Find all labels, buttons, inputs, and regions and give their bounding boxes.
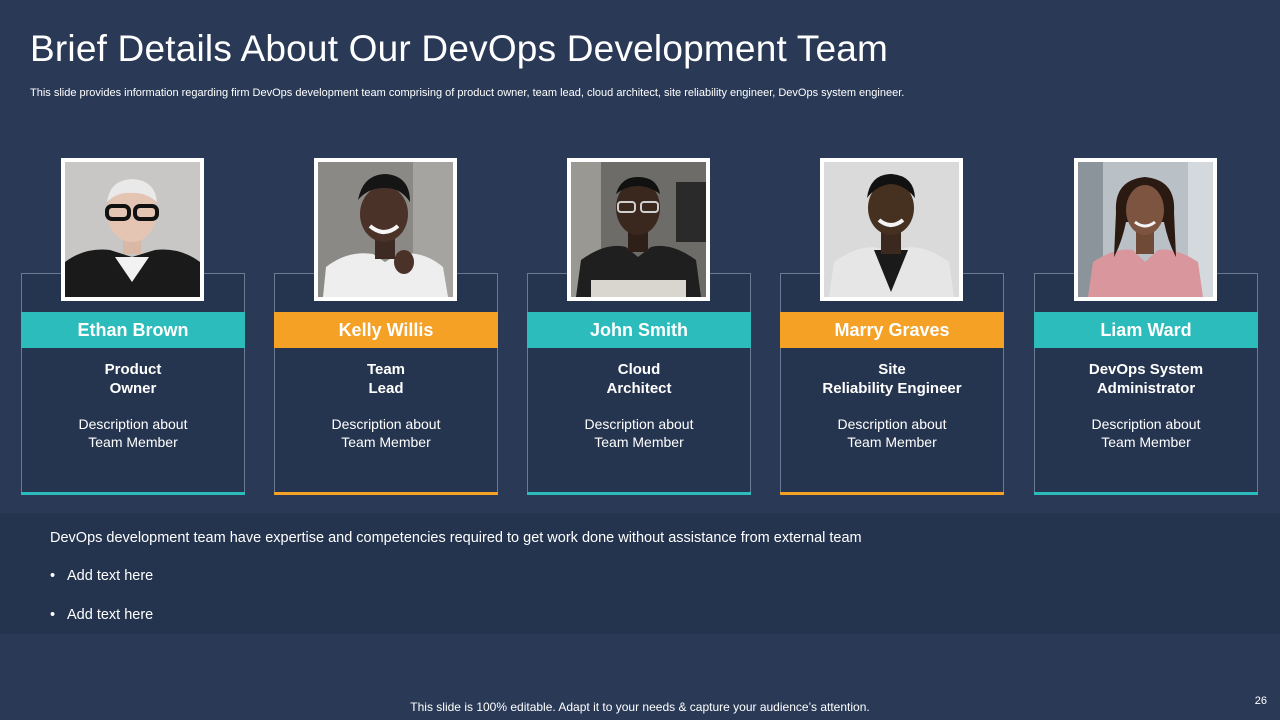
member-description: Description about Team Member bbox=[1034, 415, 1258, 451]
desc-line: Team Member bbox=[847, 434, 937, 450]
person-photo-icon bbox=[1078, 162, 1213, 297]
member-name-bar: Liam Ward bbox=[1034, 312, 1258, 348]
member-name-bar: Ethan Brown bbox=[21, 312, 245, 348]
role-line: DevOps System bbox=[1088, 361, 1204, 378]
member-role: Cloud Architect bbox=[527, 360, 751, 398]
member-name-bar: John Smith bbox=[527, 312, 751, 348]
person-photo-icon bbox=[65, 162, 200, 297]
desc-line: Description about bbox=[331, 416, 441, 432]
slide-title: Brief Details About Our DevOps Developme… bbox=[30, 28, 889, 69]
member-description: Description about Team Member bbox=[780, 415, 1004, 451]
person-photo-icon bbox=[824, 162, 959, 297]
member-role: DevOps System Administrator bbox=[1034, 360, 1258, 398]
info-main-text: DevOps development team have expertise a… bbox=[50, 530, 862, 546]
role-line: Reliability Engineer bbox=[822, 380, 962, 397]
role-line: Lead bbox=[368, 380, 404, 397]
role-line: Owner bbox=[109, 380, 157, 397]
card-accent-line bbox=[1034, 492, 1258, 495]
card-accent-line bbox=[21, 492, 245, 495]
team-photo-3 bbox=[567, 158, 710, 301]
team-photo-4 bbox=[820, 158, 963, 301]
desc-line: Description about bbox=[78, 416, 188, 432]
card-accent-line bbox=[274, 492, 498, 495]
member-description: Description about Team Member bbox=[527, 415, 751, 451]
bullet-text: Add text here bbox=[67, 607, 154, 623]
member-name-bar: Marry Graves bbox=[780, 312, 1004, 348]
page-number: 26 bbox=[1254, 695, 1267, 707]
member-description: Description about Team Member bbox=[21, 415, 245, 451]
team-photo-2 bbox=[314, 158, 457, 301]
member-name: Kelly Willis bbox=[338, 319, 434, 340]
desc-line: Team Member bbox=[88, 434, 178, 450]
bullet-dot-icon: • bbox=[50, 568, 56, 584]
member-role: Product Owner bbox=[21, 360, 245, 398]
person-photo-icon bbox=[571, 162, 706, 297]
team-photo-1 bbox=[61, 158, 204, 301]
team-photo-5 bbox=[1074, 158, 1217, 301]
bullet-text: Add text here bbox=[67, 568, 154, 584]
member-role: Team Lead bbox=[274, 360, 498, 398]
bullet-item: • Add text here bbox=[50, 568, 153, 584]
role-line: Product bbox=[104, 361, 162, 378]
bullet-dot-icon: • bbox=[50, 607, 56, 623]
desc-line: Team Member bbox=[594, 434, 684, 450]
member-role: Site Reliability Engineer bbox=[780, 360, 1004, 398]
role-line: Architect bbox=[606, 380, 672, 397]
card-accent-line bbox=[780, 492, 1004, 495]
desc-line: Description about bbox=[1091, 416, 1201, 432]
desc-line: Description about bbox=[584, 416, 694, 432]
member-name-bar: Kelly Willis bbox=[274, 312, 498, 348]
slide-footer: This slide is 100% editable. Adapt it to… bbox=[410, 700, 870, 714]
desc-line: Team Member bbox=[1101, 434, 1191, 450]
slide-subtitle: This slide provides information regardin… bbox=[30, 87, 905, 99]
role-line: Cloud bbox=[617, 361, 661, 378]
desc-line: Team Member bbox=[341, 434, 431, 450]
role-line: Administrator bbox=[1096, 380, 1196, 397]
member-name: John Smith bbox=[590, 319, 688, 340]
person-photo-icon bbox=[318, 162, 453, 297]
card-accent-line bbox=[527, 492, 751, 495]
member-name: Marry Graves bbox=[834, 319, 950, 340]
member-description: Description about Team Member bbox=[274, 415, 498, 451]
role-line: Team bbox=[366, 361, 406, 378]
member-name: Liam Ward bbox=[1100, 319, 1192, 340]
member-name: Ethan Brown bbox=[77, 319, 189, 340]
role-line: Site bbox=[878, 361, 906, 378]
desc-line: Description about bbox=[837, 416, 947, 432]
bullet-item: • Add text here bbox=[50, 607, 153, 623]
